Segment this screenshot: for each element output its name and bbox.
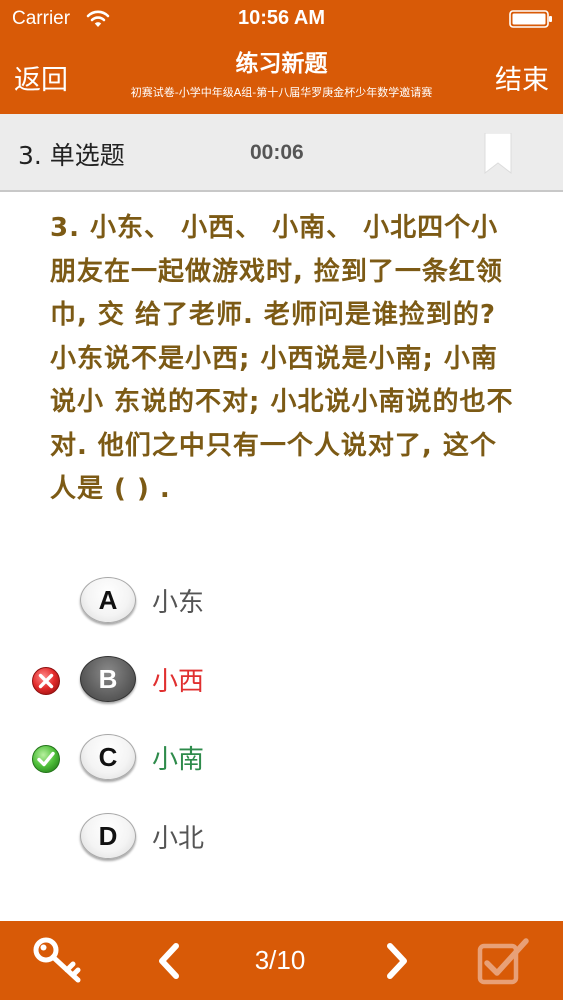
option-letter-bubble[interactable]: C — [80, 734, 136, 780]
option-text: 小北 — [152, 824, 205, 854]
option-letter-bubble[interactable]: A — [80, 577, 136, 623]
page-indicator: 3/10 — [254, 945, 306, 975]
status-time: 10:56 AM — [237, 7, 326, 29]
exam-subtitle: 初赛试卷-小学中年级A组-第十八届华罗庚金杯少年数学邀请赛 — [130, 86, 433, 99]
battery-icon — [509, 10, 552, 28]
cross-icon — [32, 667, 60, 695]
option-letter-bubble[interactable]: B — [80, 656, 136, 702]
checkbox-icon[interactable] — [476, 934, 532, 986]
question-text: 3. 小东、 小西、 小南、 小北四个小朋友在一起做游戏时, 捡到了一条红领巾,… — [50, 213, 514, 504]
bookmark-icon[interactable] — [484, 133, 512, 175]
question-type-label: 3. 单选题 — [18, 141, 125, 170]
end-button[interactable]: 结束 — [495, 58, 549, 97]
key-icon[interactable] — [31, 935, 87, 985]
status-bar: Carrier 10:56 AM — [0, 0, 563, 38]
option-letter-bubble[interactable]: D — [80, 813, 136, 859]
question-timer: 00:06 — [250, 141, 304, 164]
question-meta-bar: 3. 单选题 00:06 — [0, 114, 563, 192]
check-icon — [32, 745, 60, 773]
chevron-right-icon[interactable] — [380, 941, 414, 981]
option-d[interactable]: D 小北 — [0, 807, 563, 867]
option-text: 小东 — [152, 588, 205, 618]
app-header: Carrier 10:56 AM 返回 练习新题 初赛试卷-小学中年级A组-第十… — [0, 0, 563, 114]
option-text: 小西 — [152, 667, 205, 697]
bottom-toolbar: 3/10 — [0, 921, 563, 1000]
option-b[interactable]: B 小西 — [0, 650, 563, 710]
option-a[interactable]: A 小东 — [0, 571, 563, 631]
option-c[interactable]: C 小南 — [0, 728, 563, 788]
page-title: 练习新题 — [235, 51, 328, 77]
chevron-left-icon[interactable] — [152, 941, 186, 981]
option-text: 小南 — [152, 745, 205, 775]
